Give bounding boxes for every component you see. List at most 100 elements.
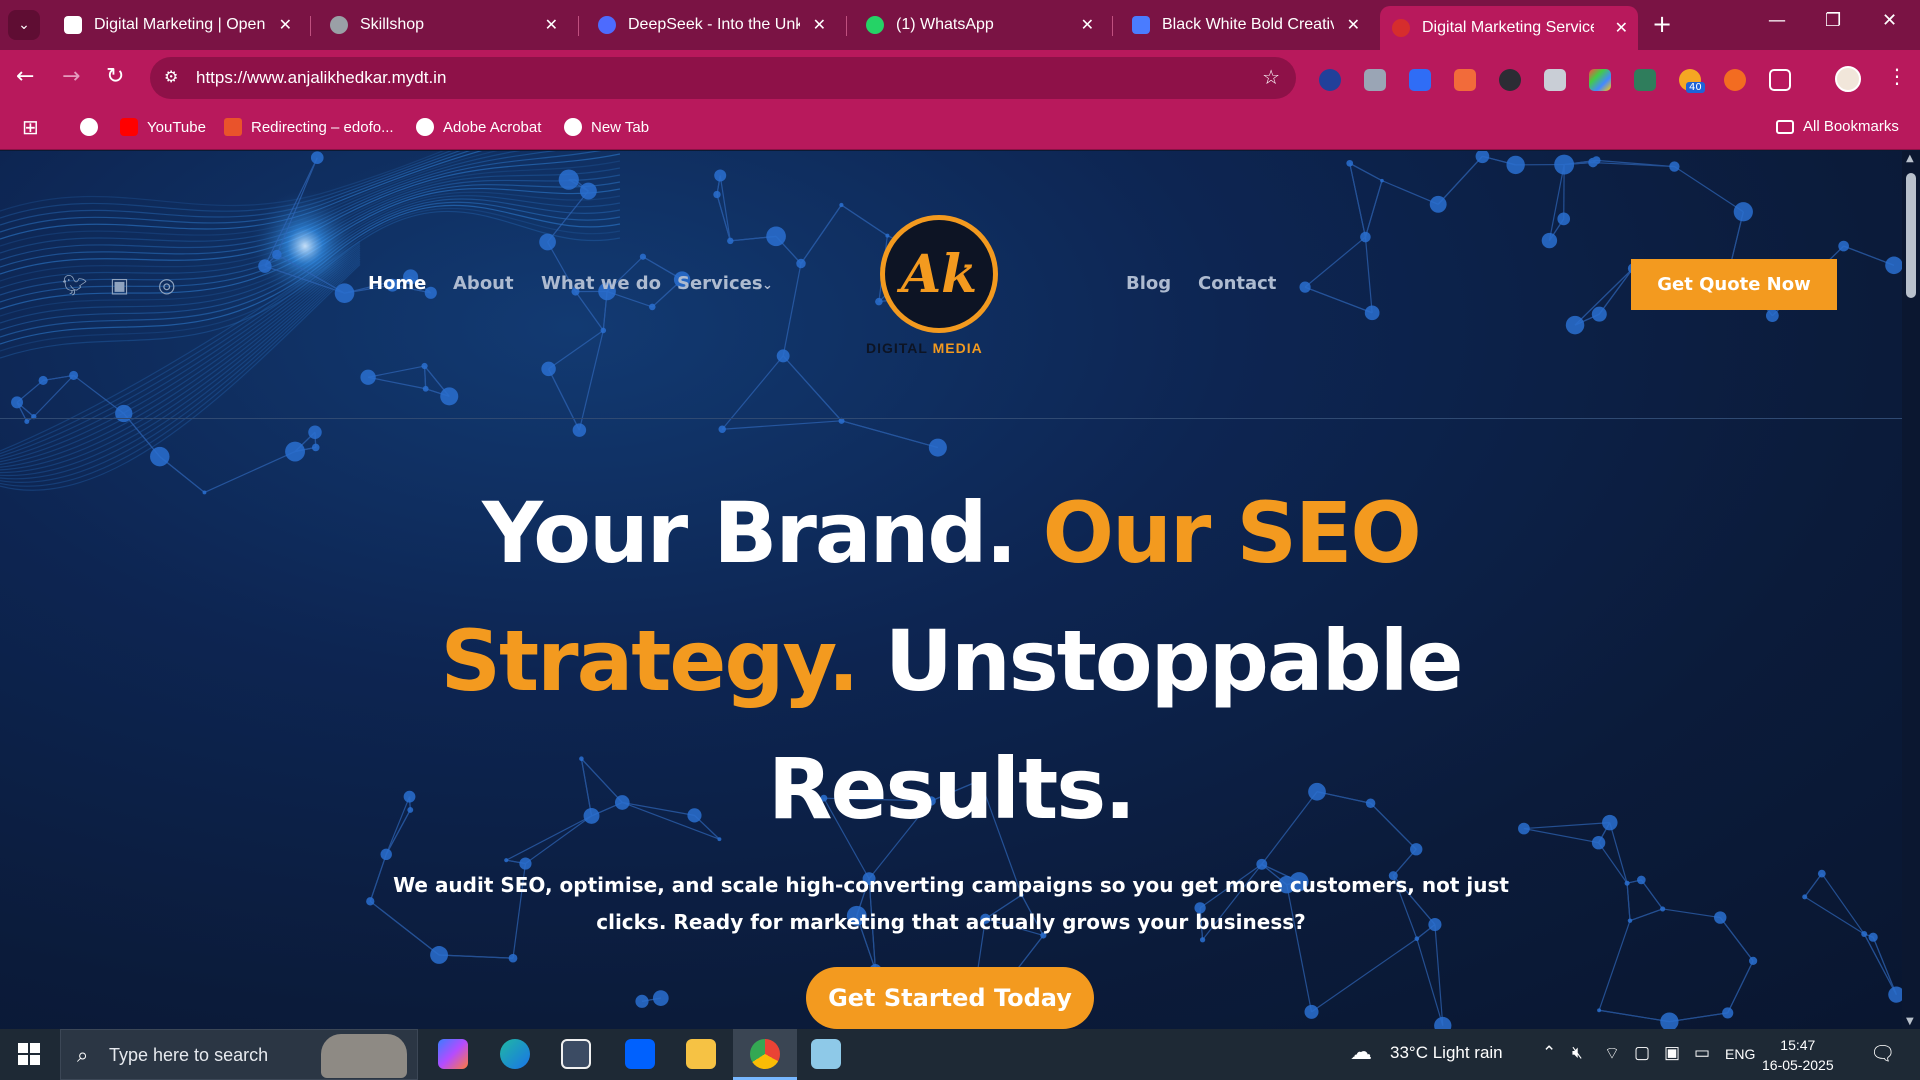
bookmark-adobe-acrobat[interactable]: Adobe Acrobat xyxy=(416,118,541,136)
globe-icon xyxy=(564,118,582,136)
tab-digital-marketing-services[interactable]: Digital Marketing Services ✕ xyxy=(1380,6,1638,50)
tab-title: Digital Marketing Services xyxy=(1422,19,1594,36)
windows-start-icon[interactable] xyxy=(18,1043,40,1065)
nav-home[interactable]: Home xyxy=(368,273,426,294)
page-scrollbar[interactable]: ▲ ▼ xyxy=(1902,151,1920,1029)
wordpress-extension-icon[interactable] xyxy=(1319,69,1341,91)
tab-skillshop[interactable]: Skillshop ✕ xyxy=(318,8,568,42)
grammar-extension-icon[interactable] xyxy=(1454,69,1476,91)
apps-grid-icon[interactable]: ⊞ xyxy=(22,115,39,140)
hero-text-white: Your Brand. xyxy=(482,484,1017,582)
clock[interactable]: 15:47 16-05-2025 xyxy=(1762,1035,1834,1075)
tab-digital-marketing-open[interactable]: Digital Marketing | Open R ✕ xyxy=(52,8,302,42)
url-text[interactable]: https://www.anjalikhedkar.mydt.in xyxy=(196,68,446,88)
chevron-down-icon[interactable]: ⌄ xyxy=(762,278,773,293)
bookmark-youtube[interactable]: YouTube xyxy=(120,118,206,136)
close-tab-icon[interactable]: ✕ xyxy=(545,15,558,34)
tab-favicon xyxy=(1132,16,1150,34)
nav-what-we-do[interactable]: What we do xyxy=(541,273,661,294)
bookmark-label: YouTube xyxy=(147,118,206,136)
forward-icon[interactable]: → xyxy=(62,64,80,89)
code-extension-icon[interactable] xyxy=(1364,69,1386,91)
k-extension-icon[interactable] xyxy=(1499,69,1521,91)
language-indicator[interactable]: ENG xyxy=(1725,1046,1755,1062)
extensions-puzzle-icon[interactable] xyxy=(1769,69,1791,91)
onedrive-icon[interactable]: ▣ xyxy=(1664,1043,1680,1063)
notepad-icon[interactable] xyxy=(811,1039,841,1069)
chrome-icon[interactable] xyxy=(750,1039,780,1069)
tab-search-button[interactable]: ⌄ xyxy=(8,10,40,40)
new-tab-button[interactable]: + xyxy=(1652,10,1672,38)
restore-icon[interactable]: ❐ xyxy=(1825,10,1841,31)
tab-black-white-bold[interactable]: Black White Bold Creative ✕ xyxy=(1120,8,1370,42)
tag-extension-icon[interactable] xyxy=(1409,69,1431,91)
network-node xyxy=(150,446,170,467)
nav-about[interactable]: About xyxy=(453,273,514,294)
facebook-icon[interactable]: ▣ xyxy=(110,273,129,297)
bookmark-edofolio[interactable]: Redirecting – edofo... xyxy=(224,118,394,136)
scrollbar-thumb[interactable] xyxy=(1906,173,1916,298)
bookmark-google[interactable] xyxy=(80,118,107,136)
dropbox-icon[interactable] xyxy=(625,1039,655,1069)
hero-text-orange: Our SEO xyxy=(1042,484,1422,582)
taskbar-search[interactable]: ⌕ Type here to search xyxy=(60,1029,418,1080)
back-icon[interactable]: ← xyxy=(16,64,34,89)
color-extension-icon[interactable] xyxy=(1589,69,1611,91)
twitter-icon[interactable]: 🐦︎ xyxy=(62,273,87,297)
tab-whatsapp[interactable]: (1) WhatsApp ✕ xyxy=(854,8,1104,42)
profile-avatar[interactable] xyxy=(1835,66,1861,92)
close-tab-icon[interactable]: ✕ xyxy=(813,15,826,34)
network-node xyxy=(1660,1012,1679,1029)
logo-word-media: MEDIA xyxy=(932,340,983,356)
menu-kebab-icon[interactable]: ⋮ xyxy=(1887,64,1907,88)
tab-title: DeepSeek - Into the Unkno xyxy=(628,16,800,33)
edge-icon[interactable] xyxy=(500,1039,530,1069)
camera-extension-icon[interactable] xyxy=(1544,69,1566,91)
instagram-icon[interactable]: ◎ xyxy=(158,273,175,297)
tab-title: Skillshop xyxy=(360,16,425,33)
close-tab-icon[interactable]: ✕ xyxy=(1615,18,1628,37)
hero-heading: Your Brand. Our SEO Strategy. Unstoppabl… xyxy=(0,469,1902,853)
close-tab-icon[interactable]: ✕ xyxy=(279,15,292,34)
notifications-icon[interactable]: 🗨︎ xyxy=(1870,1041,1895,1066)
edofolio-icon xyxy=(224,118,242,136)
get-started-button[interactable]: Get Started Today xyxy=(806,967,1094,1029)
store-icon[interactable] xyxy=(561,1039,591,1069)
browser-toolbar: ← → ↻ ⚙ https://www.anjalikhedkar.mydt.i… xyxy=(0,50,1920,108)
minimize-icon[interactable]: — xyxy=(1768,10,1786,31)
close-tab-icon[interactable]: ✕ xyxy=(1081,15,1094,34)
all-bookmarks[interactable]: All Bookmarks xyxy=(1776,118,1899,135)
close-window-icon[interactable]: ✕ xyxy=(1882,10,1897,31)
calendar-extension-icon[interactable] xyxy=(1634,69,1656,91)
site-info-icon[interactable]: ⚙ xyxy=(164,67,178,86)
tab-title: Digital Marketing | Open R xyxy=(94,16,266,33)
nav-services[interactable]: Services xyxy=(677,273,763,294)
network-node xyxy=(430,946,449,964)
search-placeholder[interactable]: Type here to search xyxy=(109,1045,268,1066)
bookmark-star-icon[interactable]: ☆ xyxy=(1262,65,1280,89)
nav-contact[interactable]: Contact xyxy=(1198,273,1276,294)
weather-text[interactable]: 33°C Light rain xyxy=(1390,1043,1503,1063)
scroll-down-icon[interactable]: ▼ xyxy=(1906,1016,1914,1027)
bookmark-label: Adobe Acrobat xyxy=(443,118,542,136)
meet-icon[interactable]: ▢ xyxy=(1634,1043,1650,1063)
reload-icon[interactable]: ↻ xyxy=(106,64,124,89)
bookmark-new-tab[interactable]: New Tab xyxy=(564,118,649,136)
file-explorer-icon[interactable] xyxy=(686,1039,716,1069)
show-hidden-icons[interactable]: ⌃ xyxy=(1542,1043,1556,1063)
battery-icon[interactable]: ▭ xyxy=(1694,1043,1710,1063)
copilot-icon[interactable] xyxy=(438,1039,468,1069)
wifi-icon[interactable]: ⌔ xyxy=(1604,1043,1620,1064)
orb-extension-icon[interactable] xyxy=(1724,69,1746,91)
scroll-up-icon[interactable]: ▲ xyxy=(1906,153,1914,164)
all-bookmarks-label: All Bookmarks xyxy=(1803,118,1899,135)
nav-blog[interactable]: Blog xyxy=(1126,273,1171,294)
tab-deepseek[interactable]: DeepSeek - Into the Unkno ✕ xyxy=(586,8,836,42)
get-quote-button[interactable]: Get Quote Now xyxy=(1631,259,1837,310)
site-logo[interactable]: Ak xyxy=(880,215,998,333)
network-node xyxy=(504,858,509,863)
hero-text-white: Unstoppable xyxy=(884,612,1464,710)
close-tab-icon[interactable]: ✕ xyxy=(1347,15,1360,34)
mute-icon[interactable]: 🔇︎ xyxy=(1572,1043,1583,1063)
address-bar[interactable]: ⚙ https://www.anjalikhedkar.mydt.in ☆ xyxy=(150,57,1296,99)
